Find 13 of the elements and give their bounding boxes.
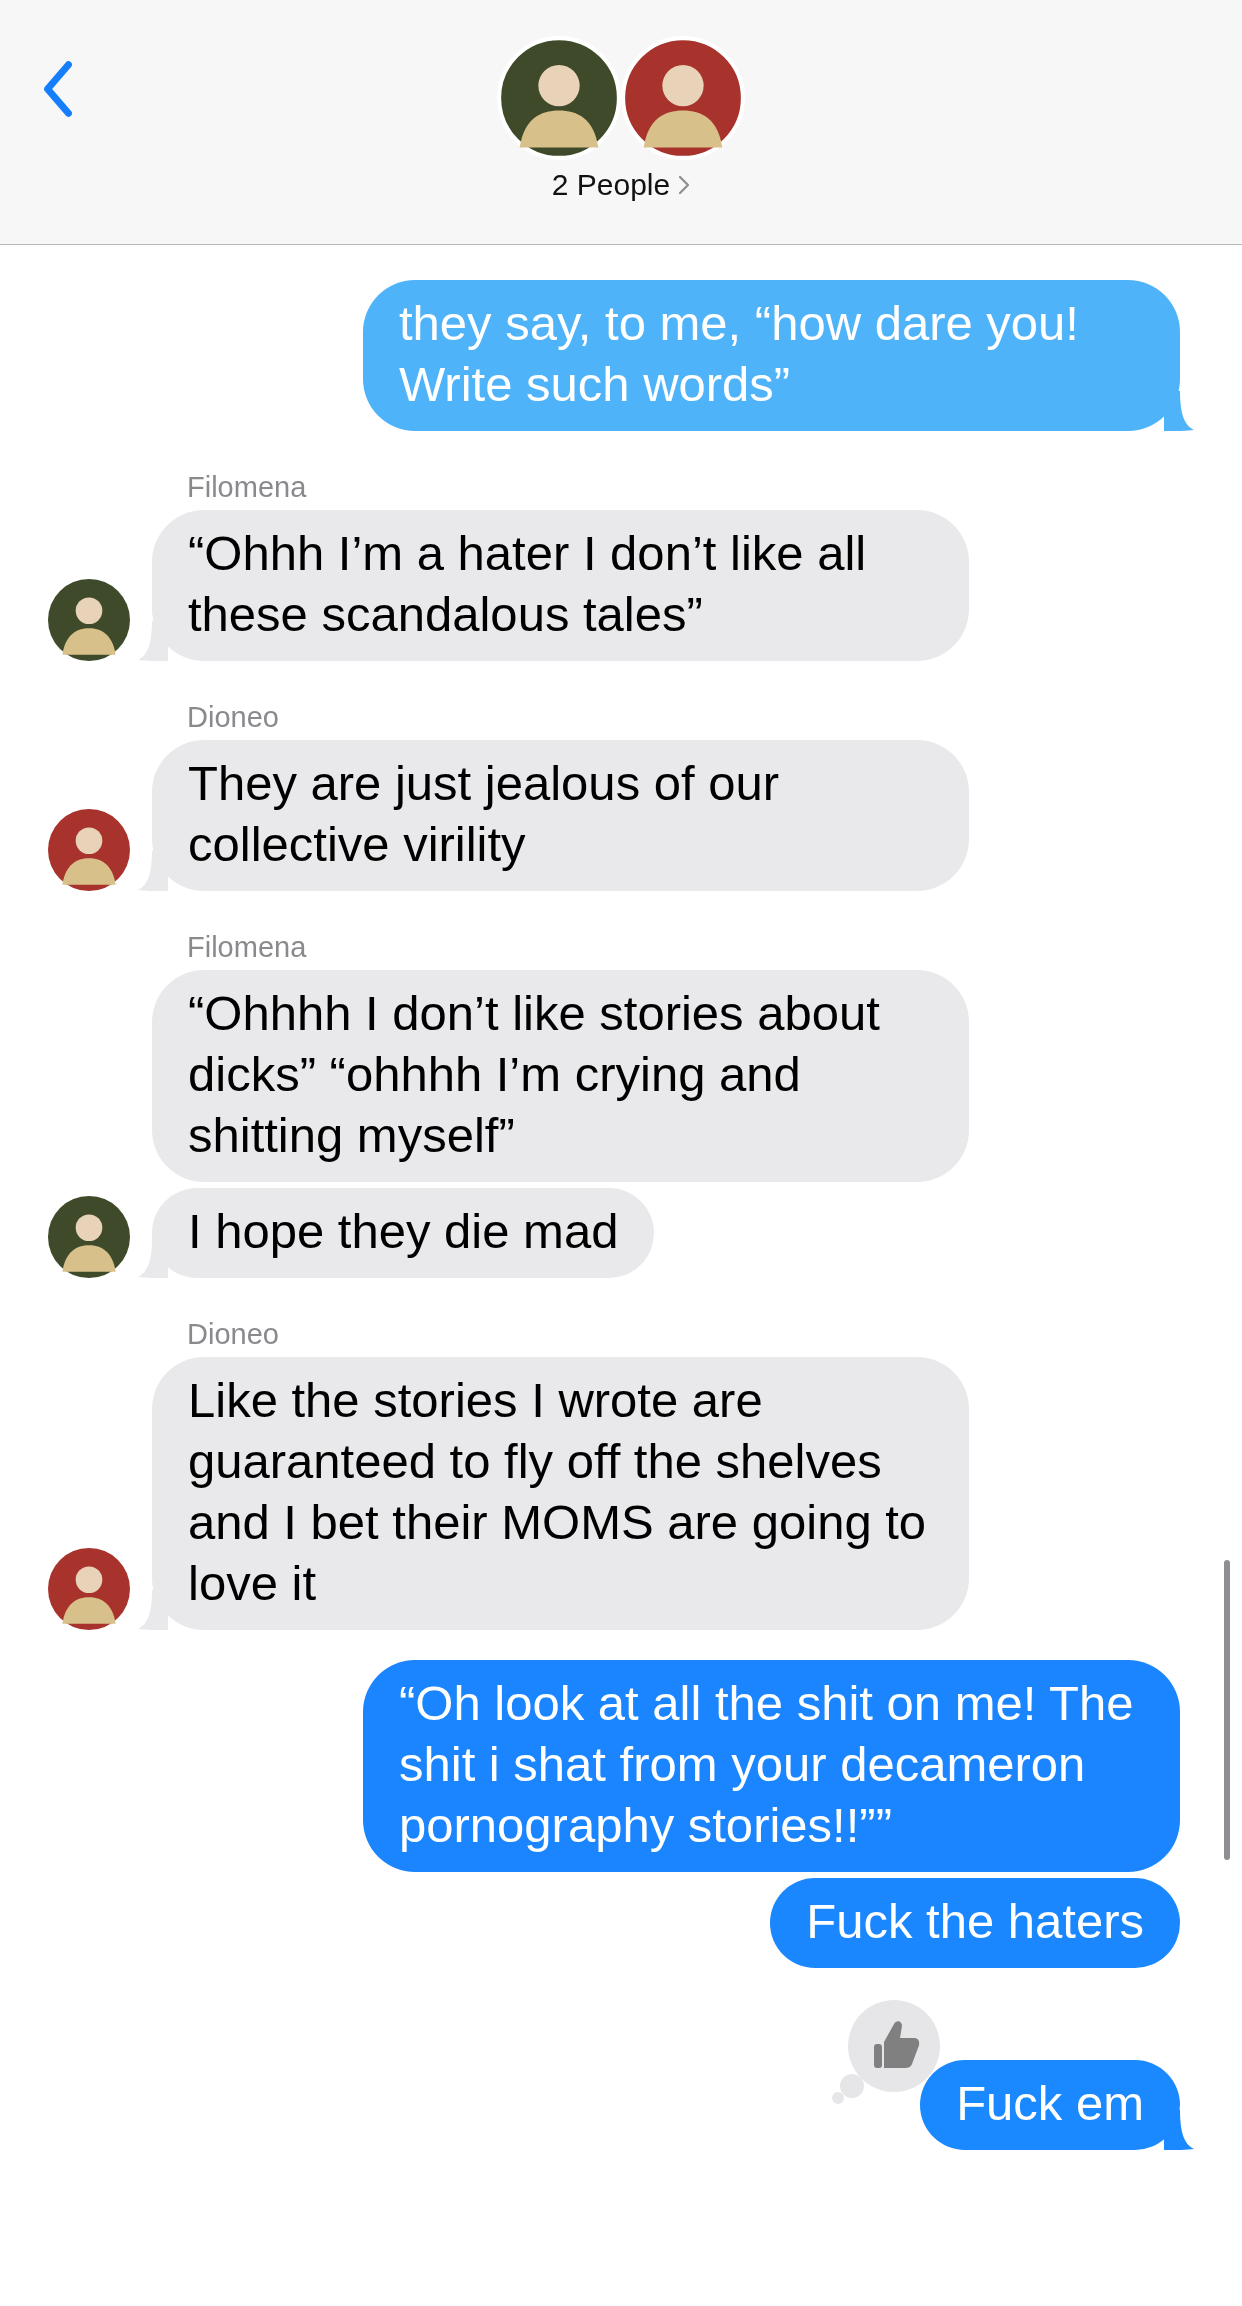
avatar[interactable]: [48, 1548, 130, 1630]
avatar[interactable]: [48, 1196, 130, 1278]
avatar[interactable]: [48, 579, 130, 661]
avatar[interactable]: [621, 36, 745, 160]
conversation-title[interactable]: 2 People: [551, 168, 671, 202]
bubble-tail: [1164, 391, 1194, 431]
sender-name: Dioneo: [187, 1318, 280, 1351]
sender-name: Dioneo: [187, 701, 280, 734]
sender-name: Filomena: [187, 471, 308, 504]
avatar[interactable]: [48, 809, 130, 891]
avatar[interactable]: [497, 36, 621, 160]
chevron-icon[interactable]: [678, 175, 691, 195]
sender-name: Filomena: [187, 931, 308, 964]
